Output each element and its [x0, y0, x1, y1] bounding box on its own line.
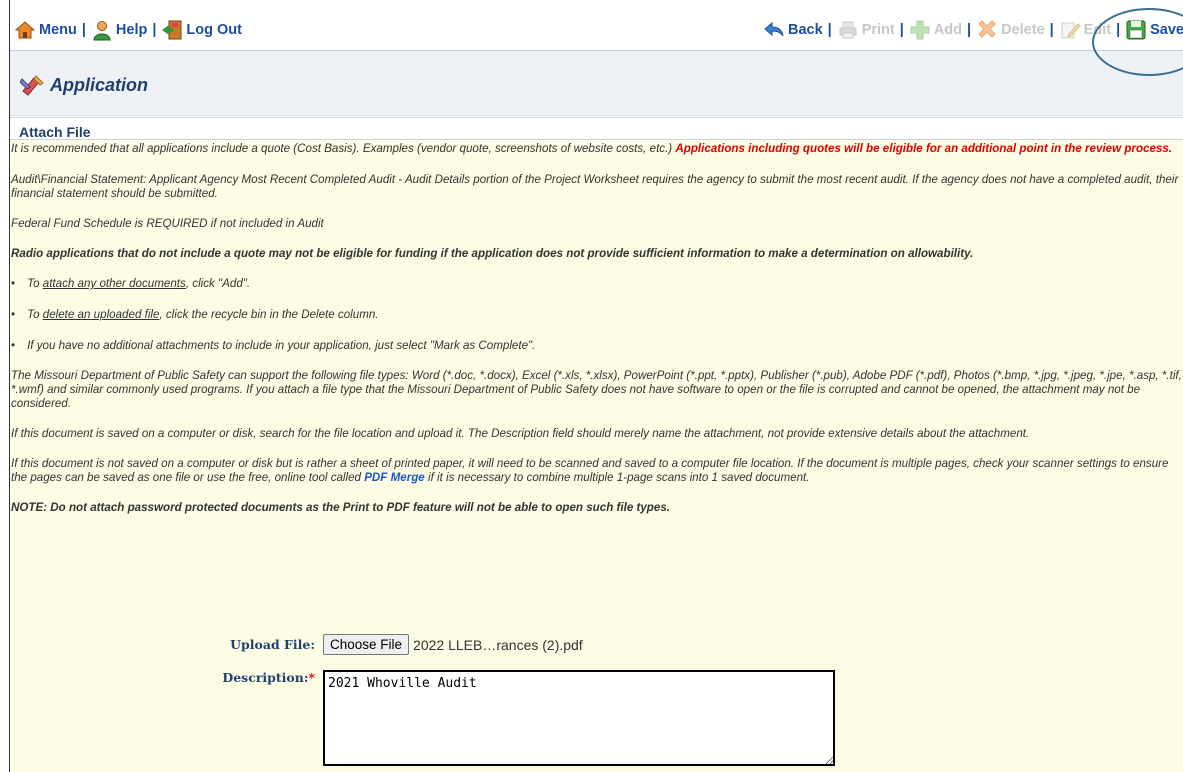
page-title: Application [50, 75, 148, 95]
delete-uploaded-file-link[interactable]: delete an uploaded file [43, 308, 160, 321]
separator: | [81, 22, 86, 38]
note-paragraph: NOTE: Do not attach password protected d… [11, 501, 670, 514]
save-label: Save [1150, 22, 1183, 38]
toolbar-left: Menu | Help | Log Out [14, 19, 242, 41]
home-icon [14, 21, 36, 39]
description-row: Description:* 2021 Whoville Audit [10, 670, 835, 766]
menu-button[interactable]: Menu [14, 19, 77, 41]
exit-door-icon [162, 20, 182, 40]
section-title: Attach File [10, 118, 1183, 140]
print-button[interactable]: Print [837, 19, 895, 41]
toolbar-right: Back | Print | Add | Delete | Edit | Sav… [763, 19, 1183, 41]
back-label: Back [788, 22, 823, 38]
list-item: • If you have no additional attachments … [11, 339, 536, 352]
attach-file-panel: Attach File It is recommended that all a… [10, 117, 1183, 772]
edit-pencil-icon [1061, 22, 1081, 39]
person-help-icon [93, 21, 111, 41]
toolbar: Menu | Help | Log Out Back | Print | Add… [10, 0, 1183, 51]
selected-file-name: 2022 LLEB…rances (2).pdf [413, 636, 583, 653]
instructions: It is recommended that all applications … [10, 142, 1183, 515]
delete-button[interactable]: Delete [976, 19, 1045, 41]
list-item: • To delete an uploaded file, click the … [11, 308, 379, 321]
description-label: Description:* [222, 670, 315, 685]
logout-label: Log Out [186, 22, 242, 38]
edit-label: Edit [1083, 22, 1112, 38]
page-title-bar: Application [10, 51, 1183, 116]
back-button[interactable]: Back [763, 19, 823, 41]
upload-file-row: Upload File: Choose File 2022 LLEB…rance… [10, 634, 583, 655]
back-arrow-icon [764, 21, 784, 37]
help-label: Help [115, 22, 148, 38]
saved-paragraph: If this document is saved on a computer … [11, 427, 1030, 440]
logout-button[interactable]: Log Out [161, 19, 242, 41]
help-button[interactable]: Help [91, 19, 147, 41]
scan-paragraph: If this document is not saved on a compu… [11, 457, 1169, 484]
intro-paragraph: It is recommended that all applications … [11, 142, 1182, 156]
attach-other-documents-link[interactable]: attach any other documents [43, 277, 186, 290]
separator: | [827, 22, 832, 38]
choose-file-button[interactable]: Choose File [323, 634, 410, 655]
list-item: • To attach any other documents, click "… [11, 277, 251, 290]
upload-file-label: Upload File: [230, 637, 315, 652]
delete-x-icon [978, 20, 996, 38]
radio-paragraph: Radio applications that do not include a… [11, 247, 974, 260]
intro-red-text: Applications including quotes will be el… [675, 142, 1173, 155]
brush-tools-icon [20, 75, 44, 96]
federal-paragraph: Federal Fund Schedule is REQUIRED if not… [11, 217, 324, 230]
separator: | [1049, 22, 1054, 38]
menu-label: Menu [39, 22, 77, 38]
separator: | [152, 22, 157, 38]
intro-text: It is recommended that all applications … [11, 142, 676, 155]
add-label: Add [933, 22, 963, 38]
plus-icon [910, 20, 930, 40]
delete-label: Delete [1001, 22, 1045, 38]
filetypes-paragraph: The Missouri Department of Public Safety… [11, 369, 1182, 410]
edit-button[interactable]: Edit [1059, 19, 1111, 41]
pdf-merge-link[interactable]: PDF Merge [364, 471, 425, 484]
save-button[interactable]: Save [1125, 19, 1183, 41]
floppy-save-icon [1126, 20, 1146, 40]
printer-icon [839, 21, 857, 39]
required-marker: * [308, 670, 315, 685]
add-button[interactable]: Add [909, 19, 962, 41]
audit-paragraph: Audit\Financial Statement: Applicant Age… [11, 173, 1179, 200]
separator: | [1116, 22, 1121, 38]
separator: | [967, 22, 972, 38]
print-label: Print [861, 22, 895, 38]
description-textarea[interactable]: 2021 Whoville Audit [323, 670, 835, 766]
app-frame: Menu | Help | Log Out Back | Print | Add… [9, 0, 1183, 772]
separator: | [899, 22, 904, 38]
